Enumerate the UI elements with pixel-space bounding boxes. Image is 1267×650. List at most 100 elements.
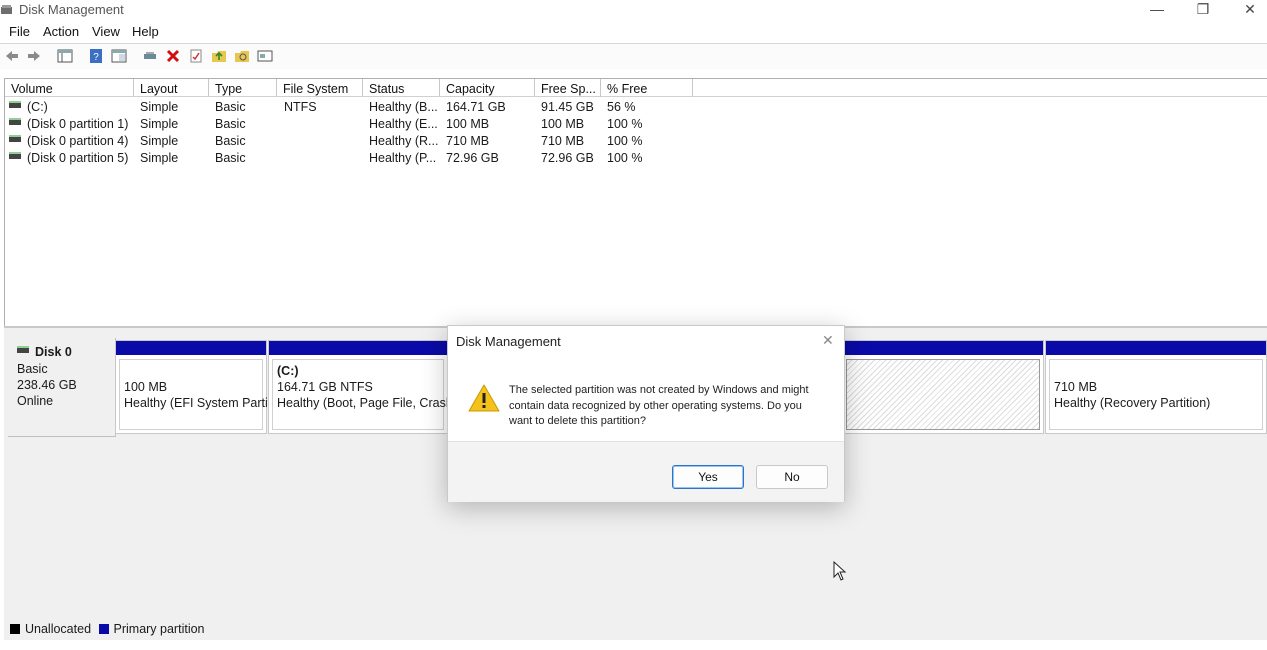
percent-free-cell: 100 % (607, 117, 643, 131)
partition-c[interactable]: (C:) 164.71 GB NTFS Healthy (Boot, Page … (268, 340, 465, 434)
menu-action[interactable]: Action (43, 24, 79, 39)
table-row[interactable]: (C:) Simple Basic NTFS Healthy (B... 164… (5, 99, 705, 116)
volume-list[interactable]: Volume Layout Type File System Status Ca… (4, 78, 1267, 326)
partition-body: 100 MB Healthy (EFI System Partiti (119, 359, 274, 430)
column-volume[interactable]: Volume (5, 79, 134, 97)
legend-unallocated: Unallocated (25, 622, 92, 636)
console-icon[interactable] (110, 47, 128, 65)
mouse-cursor-icon (833, 561, 847, 581)
help-icon[interactable]: ? (87, 47, 105, 65)
table-row[interactable]: (Disk 0 partition 1) Simple Basic Health… (5, 116, 705, 133)
primary-partition-bar (843, 341, 1043, 355)
column-layout[interactable]: Layout (134, 79, 209, 97)
column-free-space[interactable]: Free Sp... (535, 79, 601, 97)
partition-size: 710 MB (1054, 380, 1098, 394)
status-cell: Healthy (B... (369, 100, 438, 114)
volume-icon (9, 101, 21, 109)
delete-icon[interactable] (164, 47, 182, 65)
window-title: Disk Management (19, 2, 124, 17)
back-icon[interactable] (3, 47, 21, 65)
no-button[interactable]: No (756, 465, 828, 489)
status-cell: Healthy (R... (369, 134, 439, 148)
free-space-cell: 710 MB (541, 134, 585, 148)
capacity-cell: 710 MB (446, 134, 490, 148)
dialog-title: Disk Management (456, 334, 561, 349)
column-capacity[interactable]: Capacity (440, 79, 535, 97)
column-percent-free[interactable]: % Free (601, 79, 693, 97)
partition-body: 710 MB Healthy (Recovery Partition) (1049, 359, 1263, 430)
up-folder-icon[interactable] (210, 47, 228, 65)
column-filler (693, 79, 1267, 97)
partition-size: 164.71 GB NTFS (277, 380, 373, 394)
menu-file[interactable]: File (9, 24, 30, 39)
column-type[interactable]: Type (209, 79, 277, 97)
free-space-cell: 100 MB (541, 117, 585, 131)
partition-recovery[interactable]: 710 MB Healthy (Recovery Partition) (1045, 340, 1267, 434)
dialog-close-icon[interactable]: ✕ (822, 332, 834, 349)
primary-partition-bar (269, 341, 447, 355)
legend-primary: Primary partition (113, 622, 205, 636)
type-cell: Basic (215, 100, 246, 114)
table-row[interactable]: (Disk 0 partition 4) Simple Basic Health… (5, 133, 705, 150)
dialog-message: The selected partition was not created b… (509, 384, 809, 427)
forward-icon[interactable] (25, 47, 43, 65)
status-cell: Healthy (P... (369, 151, 437, 165)
free-space-cell: 91.45 GB (541, 100, 594, 114)
layout-cell: Simple (140, 151, 179, 165)
primary-partition-bar (116, 341, 266, 355)
type-cell: Basic (215, 151, 246, 165)
capacity-cell: 164.71 GB (446, 100, 506, 114)
menu-view[interactable]: View (92, 24, 120, 39)
capacity-cell: 100 MB (446, 117, 490, 131)
open-folder-icon[interactable] (233, 47, 251, 65)
minimize-button[interactable]: — (1134, 0, 1180, 20)
partition-label: (C:) (277, 364, 299, 378)
volume-name: (C:) (27, 100, 48, 114)
status-cell: Healthy (E... (369, 117, 438, 131)
restore-button[interactable]: ❐ (1180, 0, 1226, 20)
partition-size: 100 MB (124, 380, 168, 394)
volume-cell: (Disk 0 partition 4) (9, 133, 128, 150)
volume-name: (Disk 0 partition 4) (27, 134, 129, 148)
disk-status: Online (17, 394, 54, 408)
layout-cell: Simple (140, 117, 179, 131)
properties-icon[interactable] (187, 47, 205, 65)
percent-free-cell: 100 % (607, 151, 643, 165)
table-row[interactable]: (Disk 0 partition 5) Simple Basic Health… (5, 150, 705, 167)
close-button[interactable]: ✕ (1227, 0, 1267, 20)
partition-selected[interactable] (842, 340, 1044, 434)
partition-efi[interactable]: 100 MB Healthy (EFI System Partiti (115, 340, 274, 434)
disk-list-icon[interactable] (56, 47, 74, 65)
yes-button[interactable]: Yes (672, 465, 744, 489)
layout-cell: Simple (140, 134, 179, 148)
legend: Unallocated Primary partition (10, 622, 205, 636)
percent-free-cell: 100 % (607, 134, 643, 148)
disk-type: Basic (17, 362, 48, 376)
capacity-cell: 72.96 GB (446, 151, 499, 165)
view-icon[interactable] (256, 47, 274, 65)
disk-management-app-icon (1, 5, 12, 14)
connect-icon[interactable] (141, 47, 159, 65)
file-system-cell: NTFS (284, 100, 317, 114)
volume-name: (Disk 0 partition 1) (27, 117, 129, 131)
toolbar: ? (0, 43, 1267, 69)
column-file-system[interactable]: File System (277, 79, 363, 97)
partition-status: Healthy (Boot, Page File, Crash D (277, 396, 466, 410)
volume-name: (Disk 0 partition 5) (27, 151, 129, 165)
menu-help[interactable]: Help (132, 24, 159, 39)
disk-icon (17, 346, 29, 354)
menu-bar: File Action View Help (0, 22, 1267, 42)
column-status[interactable]: Status (363, 79, 440, 97)
volume-cell: (Disk 0 partition 5) (9, 150, 128, 167)
disk-size: 238.46 GB (17, 378, 77, 392)
disk-name-text: Disk 0 (35, 345, 72, 359)
warning-icon (468, 384, 500, 412)
partition-status: Healthy (Recovery Partition) (1054, 396, 1211, 410)
volume-icon (9, 118, 21, 126)
partition-body: (C:) 164.71 GB NTFS Healthy (Boot, Page … (272, 359, 465, 430)
svg-text:?: ? (93, 52, 99, 63)
partition-status: Healthy (EFI System Partiti (124, 396, 275, 410)
disk-0-label[interactable]: Disk 0 Basic 238.46 GB Online (8, 338, 116, 437)
primary-partition-bar (1046, 341, 1266, 355)
volume-cell: (C:) (9, 99, 48, 116)
